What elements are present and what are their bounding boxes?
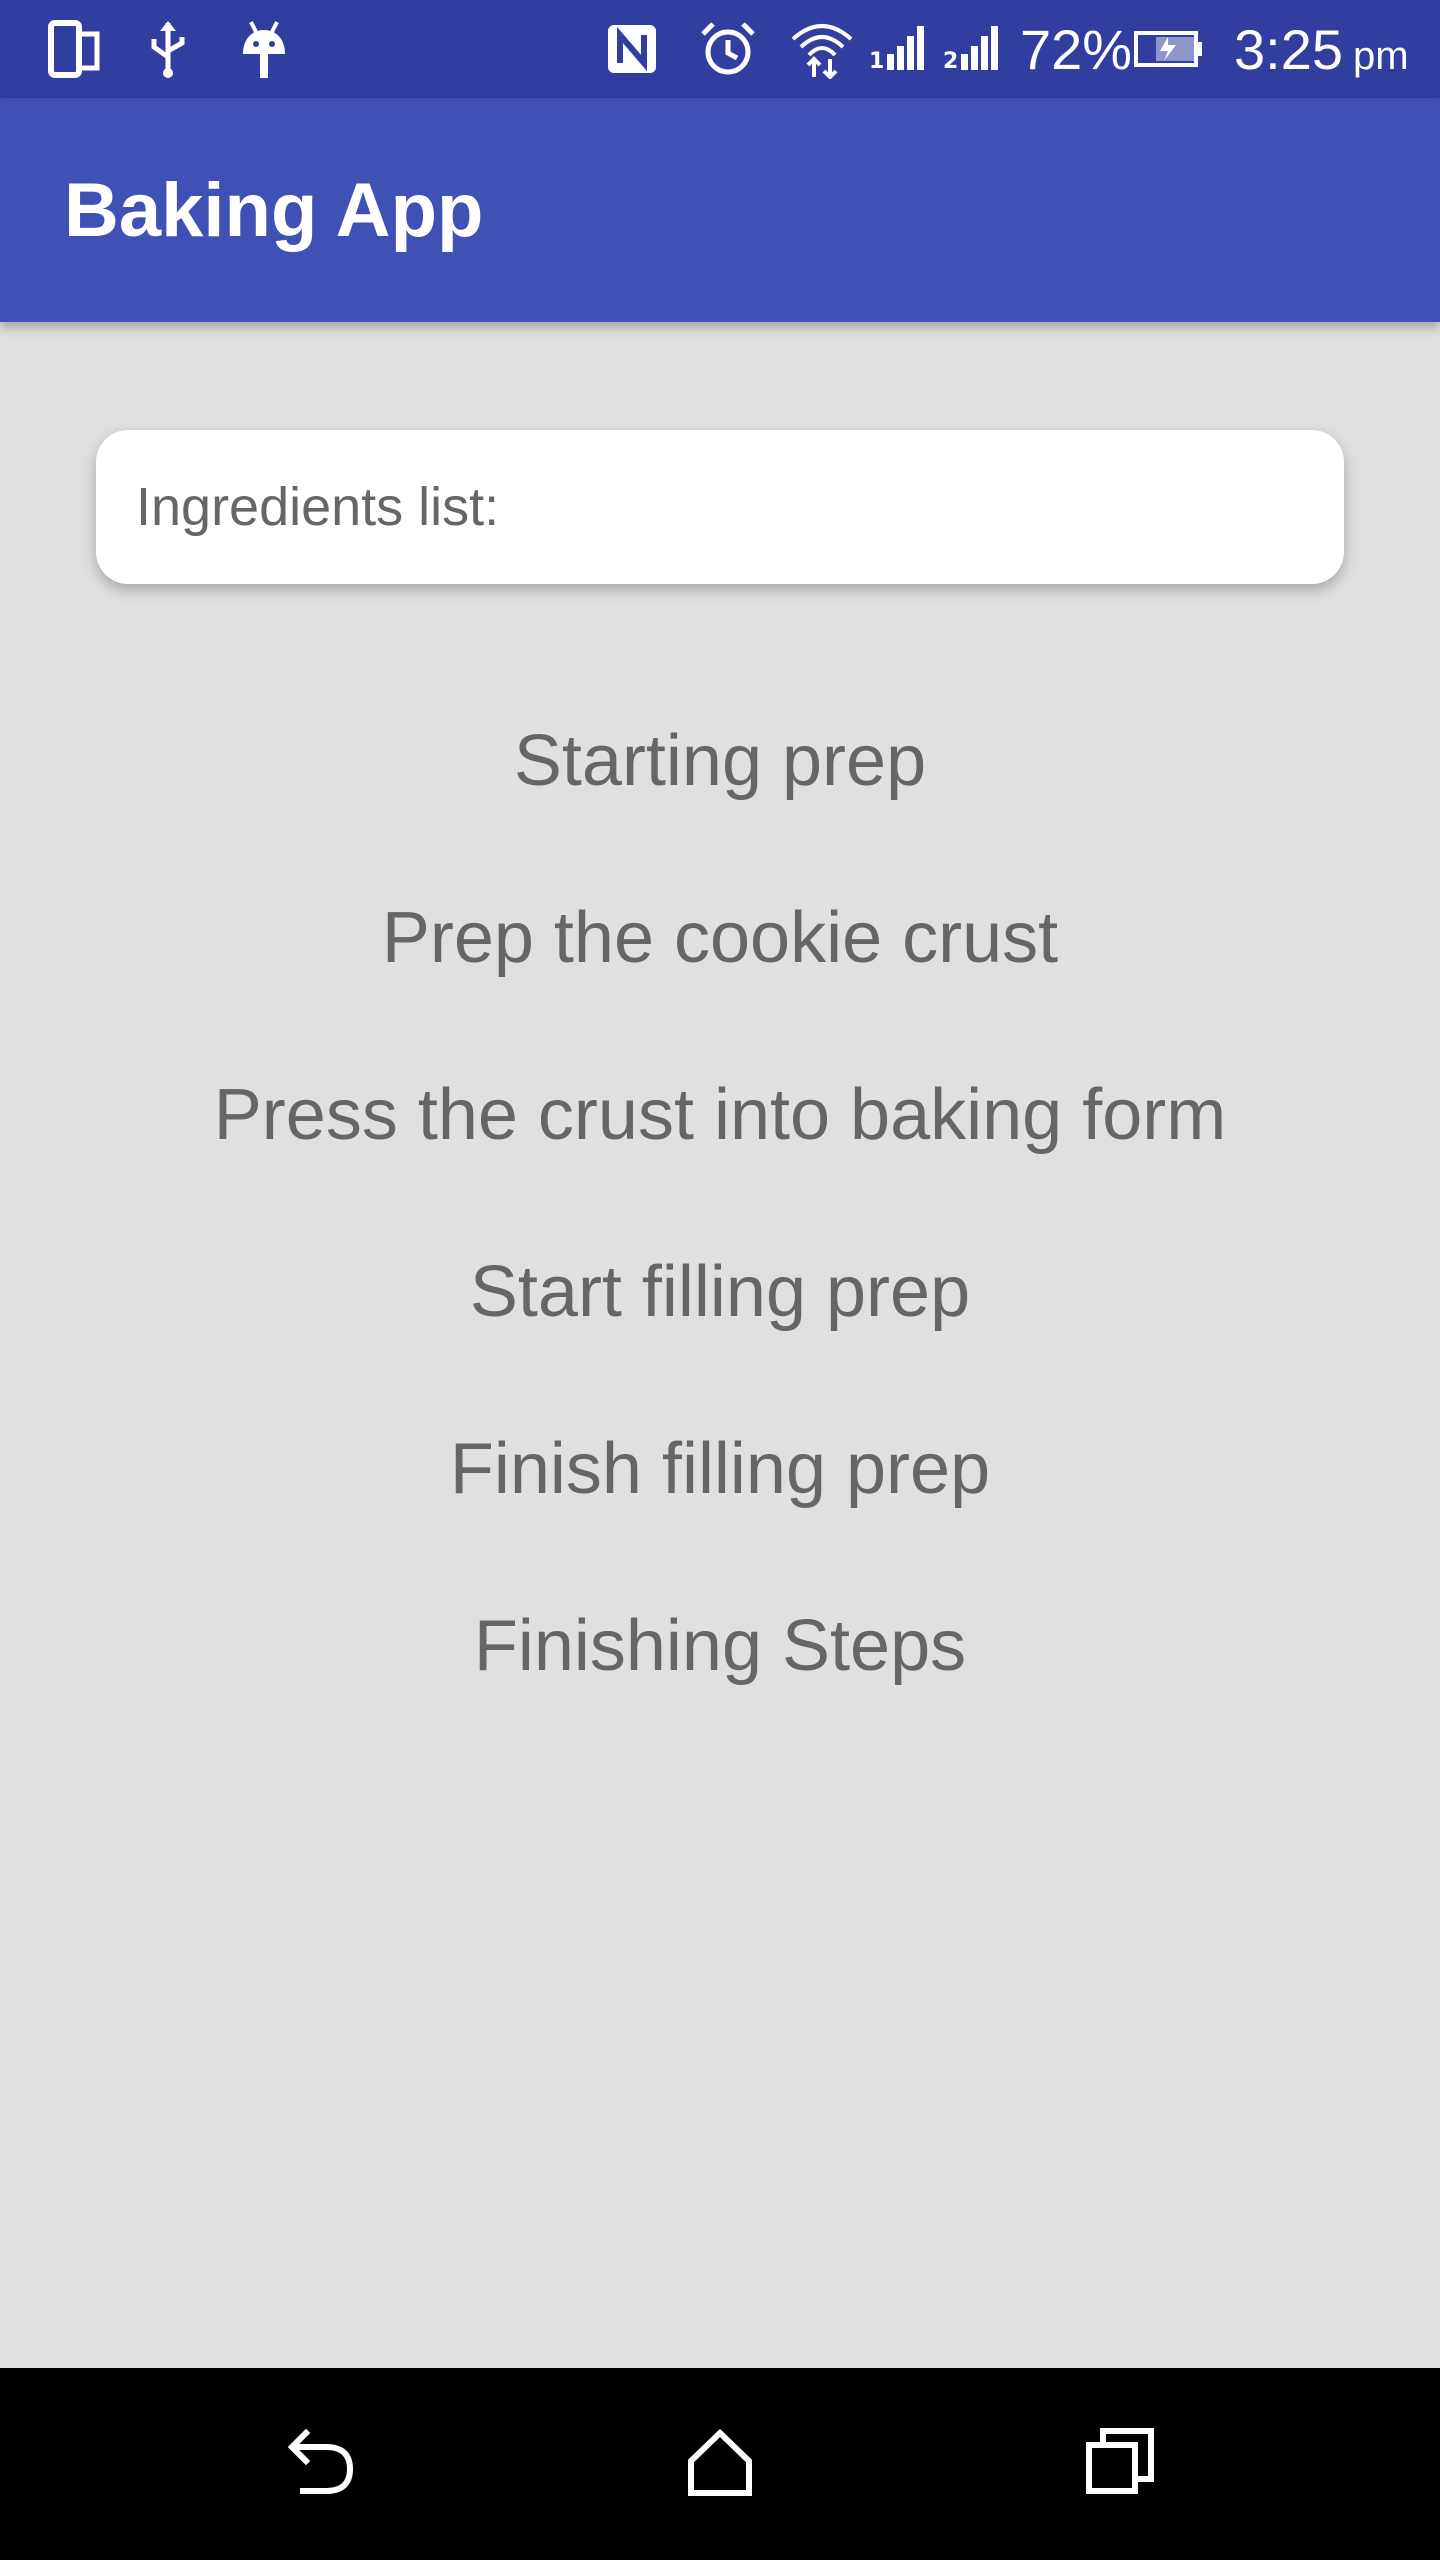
app-bar: Baking App	[0, 98, 1440, 322]
svg-text:2: 2	[943, 49, 958, 74]
step-item[interactable]: Starting prep	[0, 672, 1440, 849]
battery-percent: 72%	[1020, 17, 1133, 81]
step-item[interactable]: Finishing Steps	[0, 1557, 1440, 1734]
step-item[interactable]: Finish filling prep	[0, 1380, 1440, 1557]
dual-screen-icon	[46, 14, 102, 84]
recents-button[interactable]	[1040, 2368, 1200, 2560]
app-title: Baking App	[64, 167, 484, 253]
signal-2-icon: 2	[940, 14, 1006, 84]
home-button[interactable]	[640, 2368, 800, 2560]
clock-time: 3:25	[1234, 17, 1343, 81]
svg-text:1: 1	[869, 49, 884, 74]
ingredients-card[interactable]: Ingredients list:	[96, 430, 1344, 584]
android-icon	[236, 14, 292, 84]
steps-list: Starting prep Prep the cookie crust Pres…	[0, 672, 1440, 1734]
signal-1-icon: 1	[866, 14, 932, 84]
step-item[interactable]: Start filling prep	[0, 1203, 1440, 1380]
step-item[interactable]: Prep the cookie crust	[0, 849, 1440, 1026]
status-bar: 1 2 72% 3:25 pm	[0, 0, 1440, 98]
nfc-icon	[604, 14, 660, 84]
home-icon	[685, 2427, 755, 2502]
battery-charging-icon	[1132, 14, 1206, 84]
clock-ampm: pm	[1353, 33, 1409, 78]
ingredients-label: Ingredients list:	[136, 477, 500, 537]
alarm-icon	[698, 14, 758, 84]
usb-icon	[144, 14, 192, 84]
clock: 3:25 pm	[1234, 0, 1409, 98]
step-item[interactable]: Press the crust into baking form	[0, 1026, 1440, 1203]
back-icon	[282, 2427, 358, 2502]
back-button[interactable]	[240, 2368, 400, 2560]
navigation-bar	[0, 2368, 1440, 2560]
recents-icon	[1085, 2427, 1155, 2502]
wifi-icon	[786, 14, 858, 84]
